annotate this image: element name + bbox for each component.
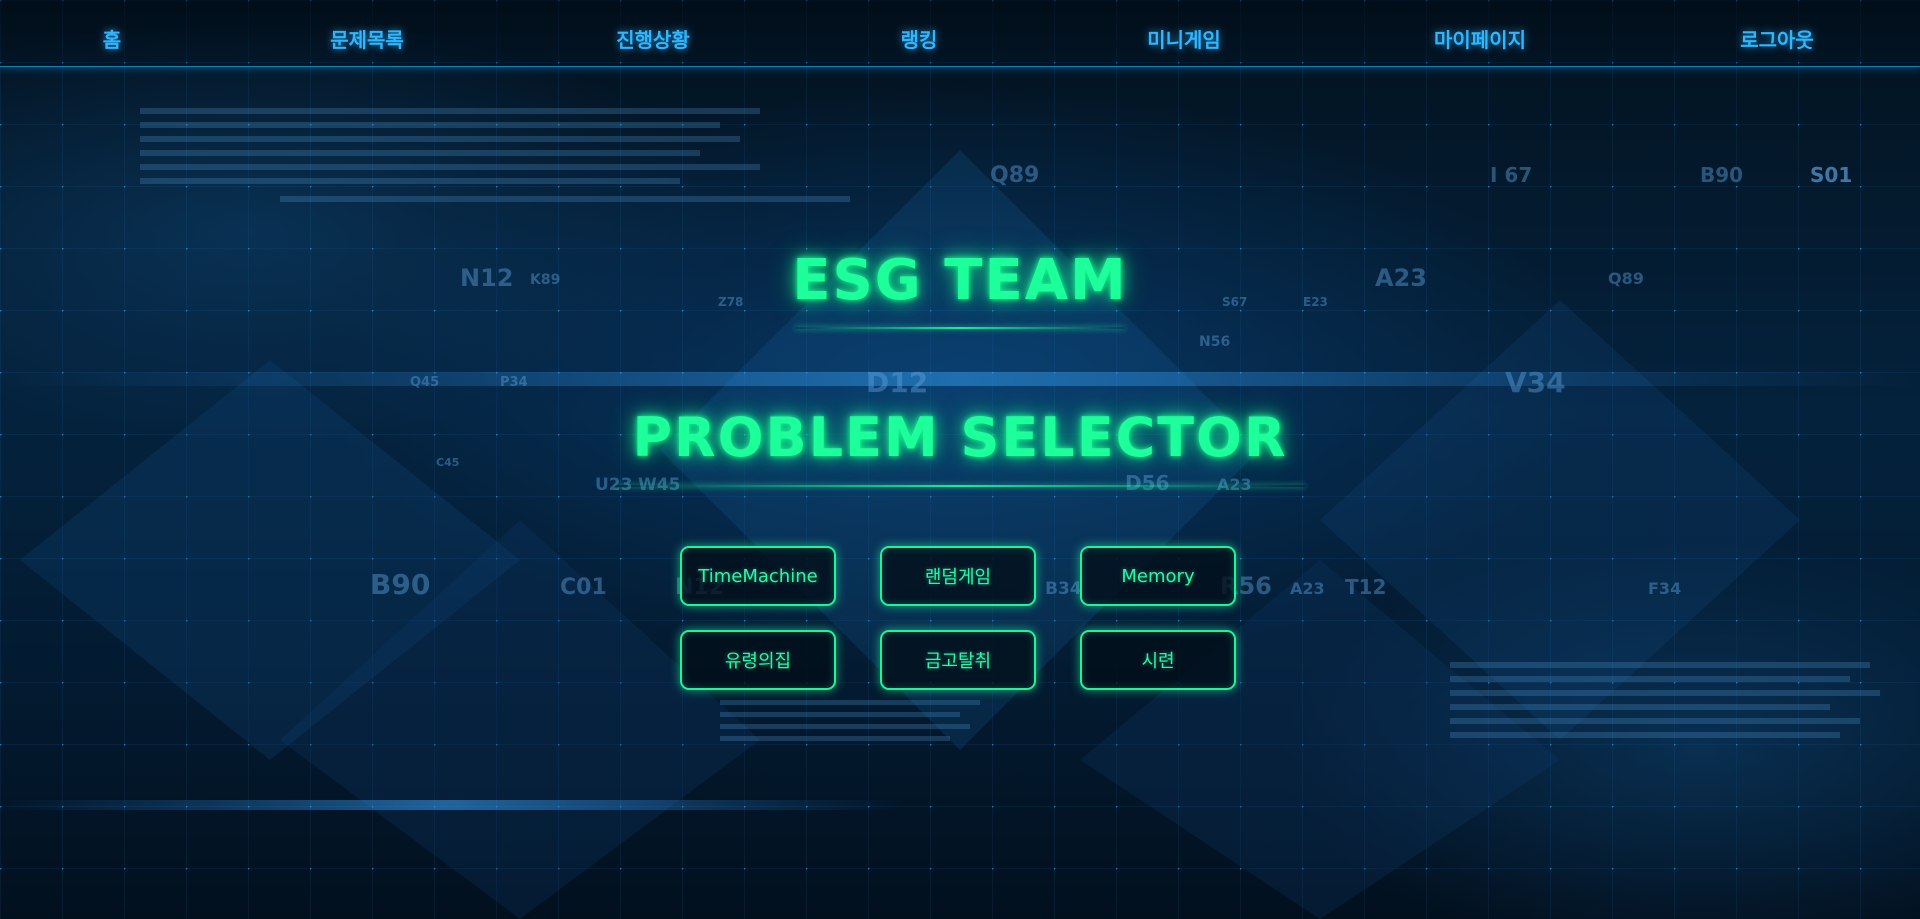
background-code-label: Q89 xyxy=(990,163,1039,188)
background-code-label: N56 xyxy=(1199,334,1230,350)
background-code-label: F34 xyxy=(1648,579,1681,598)
nav-home-link[interactable]: 홈 xyxy=(103,24,121,53)
nav-problem-list-link[interactable]: 문제목록 xyxy=(330,24,404,53)
team-title-underline xyxy=(795,327,1125,329)
background-code-label: I 67 xyxy=(1490,163,1532,187)
background-code-label: A23 xyxy=(1290,579,1325,598)
problem-button-random-game[interactable]: 랜덤게임 xyxy=(880,546,1036,606)
team-title: ESG TEAM xyxy=(792,248,1128,313)
problem-button-haunted-house[interactable]: 유령의집 xyxy=(680,630,836,690)
problem-button-vault-heist[interactable]: 금고탈취 xyxy=(880,630,1036,690)
nav-mypage-link[interactable]: 마이페이지 xyxy=(1434,24,1526,53)
background-code-label: Q45 xyxy=(410,375,439,390)
page-background: Q89 I 67 B90 S01 N12 K89 A23 Q89 S67 E23 Z78 N56 D12… xyxy=(0,0,1920,919)
background-code-label: V34 xyxy=(1505,366,1566,399)
background-code-label: B34 xyxy=(1045,579,1082,599)
background-code-label: B90 xyxy=(1700,163,1743,187)
nav-logout-link[interactable]: 로그아웃 xyxy=(1740,24,1814,53)
nav-progress-link[interactable]: 진행상황 xyxy=(616,24,690,53)
background-code-label: T12 xyxy=(1345,575,1386,599)
background-code-label: S01 xyxy=(1810,163,1852,187)
problem-button-timemachine[interactable]: TimeMachine xyxy=(680,546,836,606)
problem-button-memory[interactable]: Memory xyxy=(1080,546,1236,606)
selector-title-underline xyxy=(615,485,1305,487)
background-code-label: D56 xyxy=(1125,471,1169,495)
problem-button-trial[interactable]: 시련 xyxy=(1080,630,1236,690)
selector-title: PROBLEM SELECTOR xyxy=(632,406,1288,469)
nav-minigame-link[interactable]: 미니게임 xyxy=(1147,24,1221,53)
background-code-label: D12 xyxy=(866,366,928,399)
nav-ranking-link[interactable]: 랭킹 xyxy=(901,24,938,53)
background-code-label: P34 xyxy=(500,375,528,390)
background-code-label: C01 xyxy=(560,575,607,600)
top-navigation: 홈 문제목록 진행상황 랭킹 미니게임 마이페이지 로그아웃 xyxy=(0,0,1920,67)
background-code-label: B90 xyxy=(370,568,430,601)
